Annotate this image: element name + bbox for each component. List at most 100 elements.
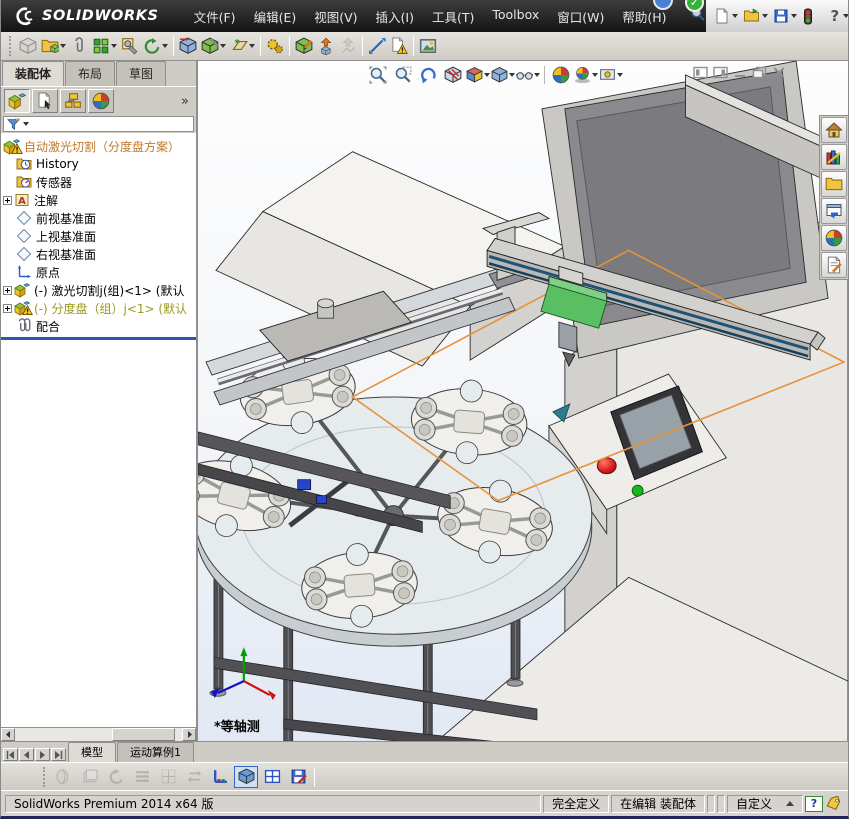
expand-icon[interactable] [3, 195, 14, 205]
tree-item-label[interactable]: 原点 [36, 264, 60, 281]
view-settings-icon[interactable] [599, 63, 623, 87]
next-tab-icon[interactable] [35, 748, 50, 761]
open-part-icon[interactable] [40, 35, 67, 57]
tree-item-index-plate[interactable]: (-) 分度盘（组）j<1> (默认 [1, 299, 196, 317]
rollback-bar[interactable] [1, 337, 196, 340]
chevron-down-icon[interactable] [484, 73, 490, 77]
edit-appearance-icon[interactable] [549, 63, 573, 87]
tags-icon[interactable] [825, 796, 844, 811]
tab-layout[interactable]: 布局 [65, 61, 116, 86]
edit-component-icon[interactable] [294, 35, 314, 57]
tree-item-history[interactable]: History [1, 155, 196, 173]
chevron-down-icon[interactable] [843, 14, 848, 18]
assembly-visualization-icon[interactable] [52, 766, 76, 788]
design-library-icon[interactable] [821, 144, 847, 170]
zoom-to-fit-icon[interactable] [366, 63, 390, 87]
save-button[interactable] [771, 6, 799, 26]
snapshot-icon[interactable] [418, 35, 438, 57]
reload-icon[interactable] [182, 766, 206, 788]
reference-triad-icon[interactable] [208, 766, 232, 788]
section-properties-icon[interactable] [130, 766, 154, 788]
tab-sketch[interactable]: 草图 [116, 61, 167, 86]
chevron-down-icon[interactable] [111, 44, 117, 48]
featuremanager-tree-tab[interactable] [4, 89, 30, 113]
split-right-icon[interactable] [713, 64, 728, 83]
expand-icon[interactable] [3, 303, 14, 313]
design-checker-icon[interactable] [800, 6, 816, 27]
chevron-down-icon[interactable] [731, 14, 738, 18]
assembly-xpert-icon[interactable] [265, 35, 285, 57]
chevron-down-icon[interactable] [617, 73, 623, 77]
menu-insert[interactable]: 插入(I) [367, 0, 423, 32]
display-style-icon[interactable] [491, 63, 515, 87]
tree-item-annotations[interactable]: A 注解 [1, 191, 196, 209]
quick-tips-icon[interactable]: ? [805, 795, 823, 812]
displaymanager-tab[interactable] [88, 89, 114, 113]
prev-tab-icon[interactable] [19, 748, 34, 761]
menu-tools[interactable]: 工具(T) [423, 0, 483, 32]
tree-item-front-plane[interactable]: 前视基准面 [1, 209, 196, 227]
tree-item-label[interactable]: 右视基准面 [36, 246, 96, 263]
performance-evaluation-icon[interactable] [78, 766, 102, 788]
reference-geometry-icon[interactable]: * [229, 35, 256, 57]
menu-view[interactable]: 视图(V) [305, 0, 366, 32]
view-orientation-icon[interactable] [466, 63, 490, 87]
chevron-down-icon[interactable] [220, 44, 226, 48]
scroll-track[interactable] [15, 728, 182, 741]
open-document-button[interactable] [741, 6, 770, 26]
menu-edit[interactable]: 编辑(E) [245, 0, 306, 32]
chevron-down-icon[interactable] [60, 44, 66, 48]
explode-line-sketch-icon[interactable] [338, 35, 358, 57]
split-left-icon[interactable] [693, 64, 708, 83]
chevron-down-icon[interactable] [761, 14, 768, 18]
configurationmanager-tab[interactable] [60, 89, 86, 113]
toolbar-grip[interactable] [43, 766, 47, 787]
tree-filter-input[interactable] [3, 116, 194, 132]
clamp-blue[interactable] [316, 495, 327, 505]
chevron-down-icon[interactable] [23, 122, 29, 126]
menu-toolbox[interactable]: Toolbox [483, 0, 548, 32]
save-table-icon[interactable] [286, 766, 310, 788]
insert-component-icon[interactable] [18, 35, 38, 57]
view-palette-icon[interactable] [821, 198, 847, 224]
exploded-view-icon[interactable] [316, 35, 336, 57]
chevron-down-icon[interactable] [534, 73, 540, 77]
chevron-down-icon[interactable] [509, 73, 515, 77]
tree-item-label[interactable]: 前视基准面 [36, 210, 96, 227]
tree-item-label[interactable]: 注解 [34, 192, 58, 209]
start-button[interactable] [631, 484, 644, 497]
menu-file[interactable]: 文件(F) [185, 0, 245, 32]
scroll-thumb[interactable] [111, 728, 176, 741]
tree-item-label[interactable]: History [36, 157, 79, 171]
smart-fasteners-icon[interactable] [120, 35, 140, 57]
mate-icon[interactable] [69, 35, 89, 57]
tree-item-top-plane[interactable]: 上视基准面 [1, 227, 196, 245]
solidworks-resources-icon[interactable] [821, 117, 847, 143]
menu-window[interactable]: 窗口(W) [548, 0, 613, 32]
tab-assembly[interactable]: 装配体 [2, 61, 65, 86]
tree-item-laser-cutter[interactable]: (-) 激光切割j(组)<1> (默认 [1, 281, 196, 299]
measure-icon[interactable] [367, 35, 387, 57]
laser-head[interactable] [558, 321, 578, 353]
tree-item-label[interactable]: (-) 激光切割j(组)<1> (默认 [34, 282, 184, 299]
doc-close-icon[interactable] [772, 64, 786, 83]
custom-toolbar-dropdown[interactable]: 自定义 [726, 794, 803, 813]
chevron-down-icon[interactable] [249, 44, 255, 48]
section-view-icon[interactable] [441, 63, 465, 87]
help-button[interactable]: ? [827, 5, 848, 27]
propertymanager-tab[interactable] [32, 89, 58, 113]
previous-view-icon[interactable] [416, 63, 440, 87]
3d-model-scene[interactable] [198, 61, 848, 741]
move-component-icon[interactable] [178, 35, 198, 57]
curvature-icon[interactable] [104, 766, 128, 788]
doc-minimize-icon[interactable] [733, 64, 747, 83]
tree-item-label[interactable]: 自动激光切割（分度盘方案） [24, 138, 180, 155]
file-explorer-icon[interactable] [821, 171, 847, 197]
tree-item-origin[interactable]: 原点 [1, 263, 196, 281]
tree-item-right-plane[interactable]: 右视基准面 [1, 245, 196, 263]
last-tab-icon[interactable] [51, 748, 66, 761]
chevron-down-icon[interactable] [592, 73, 598, 77]
split-horizontal-icon[interactable] [260, 766, 284, 788]
new-document-button[interactable] [712, 6, 740, 26]
tab-motion-study-1[interactable]: 运动算例1 [117, 742, 194, 762]
